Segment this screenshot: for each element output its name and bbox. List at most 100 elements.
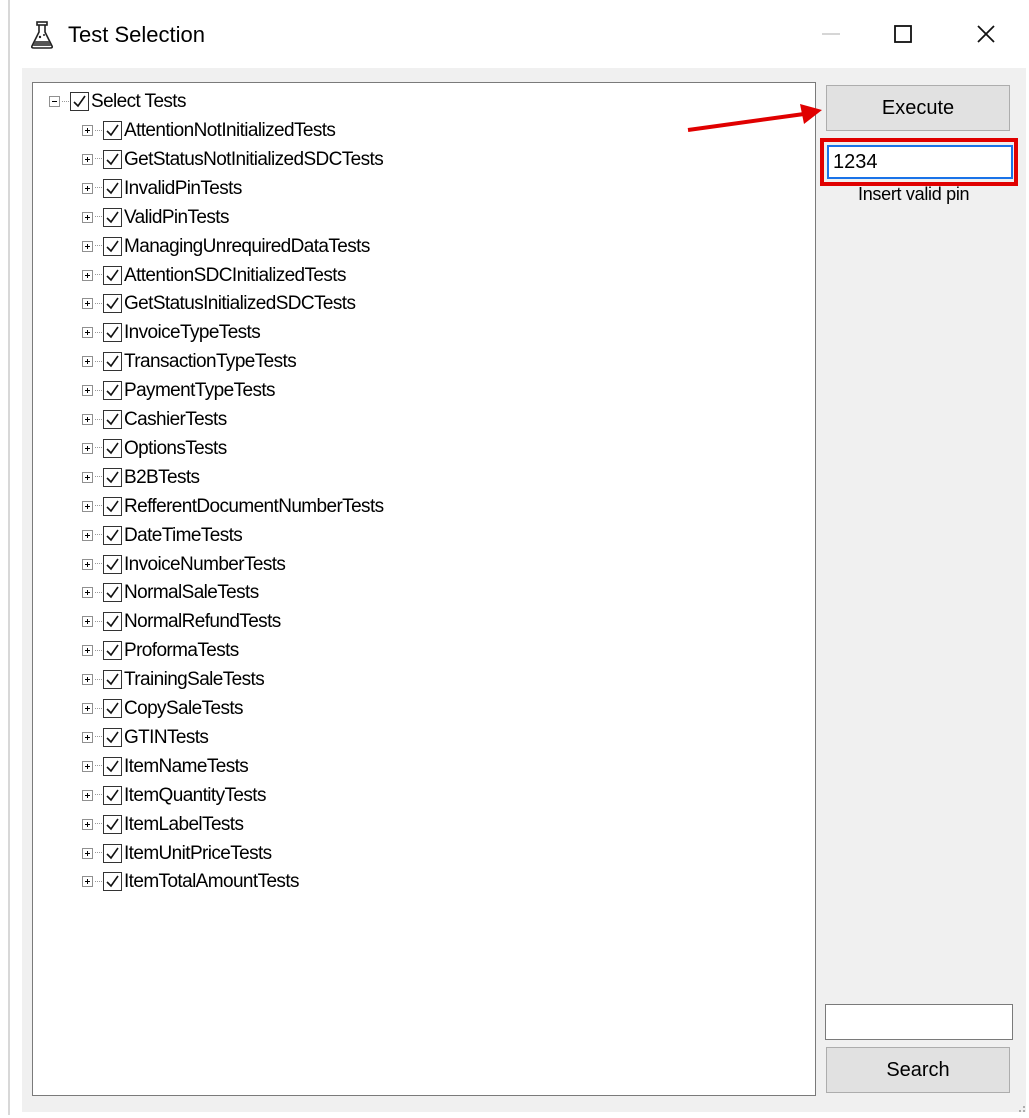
- tree-node-checkbox[interactable]: [103, 843, 122, 863]
- maximize-button[interactable]: [868, 8, 938, 60]
- expand-icon[interactable]: [82, 674, 93, 686]
- expand-icon[interactable]: [82, 182, 93, 194]
- expand-icon[interactable]: [82, 385, 93, 397]
- tree-node-checkbox[interactable]: [103, 467, 122, 487]
- tree-node[interactable]: PaymentTypeTests: [82, 376, 276, 405]
- tree-node-checkbox[interactable]: [103, 381, 122, 401]
- check-icon: [106, 413, 119, 426]
- expand-icon[interactable]: [82, 356, 93, 368]
- check-icon: [106, 211, 119, 223]
- tree-connector: [95, 418, 102, 421]
- expand-icon[interactable]: [82, 125, 93, 136]
- expand-icon[interactable]: [82, 500, 93, 512]
- tree-node[interactable]: NormalRefundTests: [82, 607, 281, 636]
- tree-node[interactable]: ValidPinTests: [82, 203, 229, 232]
- tree-node-checkbox[interactable]: [103, 323, 122, 343]
- expand-icon[interactable]: [82, 760, 93, 772]
- expand-icon[interactable]: [82, 789, 93, 801]
- tree-node-checkbox[interactable]: [103, 554, 122, 574]
- tree-node-checkbox[interactable]: [103, 785, 122, 805]
- execute-button[interactable]: Execute: [826, 85, 1010, 131]
- expand-icon[interactable]: [82, 847, 93, 859]
- expand-icon[interactable]: [82, 414, 93, 425]
- tree-node-checkbox[interactable]: [103, 207, 122, 227]
- check-icon: [106, 124, 119, 137]
- tree-node[interactable]: InvalidPinTests: [82, 174, 242, 203]
- expand-icon[interactable]: [82, 703, 93, 714]
- tree-node-checkbox[interactable]: [103, 756, 122, 776]
- expand-icon[interactable]: [82, 269, 93, 281]
- search-input[interactable]: [825, 1004, 1013, 1040]
- tree-node-checkbox[interactable]: [103, 583, 122, 603]
- tree-node-checkbox[interactable]: [103, 641, 122, 661]
- expand-icon[interactable]: [82, 558, 93, 570]
- tree-node-checkbox[interactable]: [103, 149, 122, 169]
- tree-node[interactable]: AttentionSDCInitializedTests: [82, 261, 346, 290]
- expand-icon[interactable]: [82, 818, 93, 830]
- tree-node-checkbox[interactable]: [103, 612, 122, 632]
- tree-node[interactable]: GTINTests: [82, 723, 209, 752]
- tree-node[interactable]: CopySaleTests: [82, 694, 244, 723]
- tree-node[interactable]: AttentionNotInitializedTests: [82, 116, 336, 145]
- tree-node[interactable]: ItemLabelTests: [82, 810, 244, 839]
- tree-node-checkbox[interactable]: [103, 699, 122, 718]
- test-tube-icon: [28, 20, 56, 50]
- tree-node-checkbox[interactable]: [103, 121, 122, 140]
- expand-icon[interactable]: [82, 298, 93, 310]
- minimize-button[interactable]: [796, 8, 866, 60]
- title-bar[interactable]: Test Selection: [10, 0, 1029, 68]
- tree-node[interactable]: ItemNameTests: [82, 752, 249, 781]
- tree-node-checkbox[interactable]: [103, 236, 122, 256]
- expand-icon[interactable]: [82, 153, 93, 165]
- check-icon: [106, 875, 119, 888]
- tree-node[interactable]: DateTimeTests: [82, 521, 243, 550]
- tree-node[interactable]: InvoiceNumberTests: [82, 550, 286, 579]
- expand-icon[interactable]: [82, 645, 93, 657]
- tree-node[interactable]: OptionsTests: [82, 434, 227, 463]
- tree-node-checkbox[interactable]: [103, 872, 122, 892]
- tree-node[interactable]: GetStatusNotInitializedSDCTests: [82, 145, 384, 174]
- tree-node-checkbox[interactable]: [103, 727, 122, 747]
- tree-node[interactable]: CashierTests: [82, 405, 227, 434]
- expand-icon[interactable]: [82, 529, 93, 541]
- close-button[interactable]: [951, 8, 1021, 60]
- tree-node-checkbox[interactable]: [103, 265, 122, 285]
- expand-icon[interactable]: [82, 442, 93, 454]
- tree-node[interactable]: TransactionTypeTests: [82, 347, 297, 376]
- tree-node[interactable]: B2BTests: [82, 463, 200, 492]
- tree-node[interactable]: RefferentDocumentNumberTests: [82, 492, 384, 521]
- tests-tree-view[interactable]: Select Tests AttentionNotInitializedTest…: [32, 82, 816, 1096]
- expand-icon[interactable]: [82, 876, 93, 888]
- tree-node-checkbox[interactable]: [103, 438, 122, 458]
- expand-icon[interactable]: [82, 731, 93, 743]
- tree-node[interactable]: ProformaTests: [82, 636, 239, 665]
- search-button[interactable]: Search: [826, 1047, 1010, 1093]
- tree-node-checkbox[interactable]: [103, 496, 122, 516]
- tree-node-checkbox[interactable]: [103, 294, 122, 314]
- tree-node-checkbox[interactable]: [103, 410, 122, 429]
- tree-node[interactable]: InvoiceTypeTests: [82, 318, 261, 347]
- tree-node-checkbox[interactable]: [103, 352, 122, 372]
- tree-root-node[interactable]: Select Tests: [49, 87, 186, 116]
- expand-icon[interactable]: [82, 211, 93, 223]
- tree-node-checkbox[interactable]: [103, 814, 122, 834]
- tree-node-checkbox[interactable]: [103, 525, 122, 545]
- expand-icon[interactable]: [82, 587, 93, 599]
- tree-node-checkbox[interactable]: [103, 670, 122, 690]
- tree-node[interactable]: GetStatusInitializedSDCTests: [82, 289, 356, 318]
- resize-grip-icon[interactable]: [1014, 1100, 1026, 1112]
- tree-node[interactable]: NormalSaleTests: [82, 578, 259, 607]
- tree-node[interactable]: ItemQuantityTests: [82, 781, 266, 810]
- expand-icon[interactable]: [82, 616, 93, 628]
- collapse-icon[interactable]: [49, 96, 60, 107]
- pin-input[interactable]: [827, 145, 1013, 179]
- tree-node[interactable]: ItemUnitPriceTests: [82, 839, 272, 868]
- tree-node[interactable]: ItemTotalAmountTests: [82, 867, 300, 896]
- expand-icon[interactable]: [82, 240, 93, 252]
- tree-node[interactable]: ManagingUnrequiredDataTests: [82, 232, 370, 261]
- tree-node-checkbox[interactable]: [103, 178, 122, 198]
- root-checkbox[interactable]: [70, 92, 89, 111]
- expand-icon[interactable]: [82, 327, 93, 339]
- tree-node[interactable]: TrainingSaleTests: [82, 665, 265, 694]
- expand-icon[interactable]: [82, 471, 93, 483]
